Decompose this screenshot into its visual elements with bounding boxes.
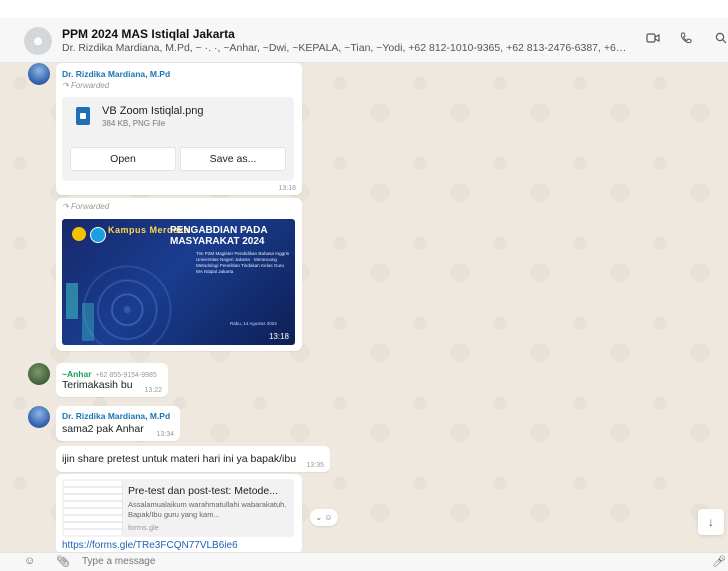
reaction-button[interactable]: ⌄ ☺ xyxy=(310,509,338,526)
message-text-bubble[interactable]: Dr. Rizdika Mardiana, M.Pd sama2 pak Anh… xyxy=(56,406,180,441)
message-text: sama2 pak Anhar xyxy=(62,423,144,435)
chevron-down-icon: ⌄ xyxy=(315,513,323,522)
decorative-shape xyxy=(82,303,94,341)
file-attachment[interactable]: VB Zoom Istiqlal.png 384 KB, PNG File Op… xyxy=(62,97,294,181)
link-title: Pre-test dan post-test: Metode... xyxy=(128,485,278,497)
users-group-icon: ☻ xyxy=(31,33,45,48)
message-input[interactable] xyxy=(82,556,642,567)
message-time: 13:34 xyxy=(156,431,174,438)
message-text: Terimakasih bu xyxy=(62,379,133,391)
message-text-bubble[interactable]: ijin share pretest untuk materi hari ini… xyxy=(56,446,330,472)
open-file-button[interactable]: Open xyxy=(70,147,176,171)
phone-call-icon xyxy=(680,32,692,44)
image-file-icon xyxy=(76,107,90,125)
group-avatar[interactable]: ☻ xyxy=(24,27,52,55)
microphone-icon[interactable]: 🎤︎ xyxy=(712,555,726,568)
poster-body: Tim P2M Magister Pendidikan Bahasa Inggr… xyxy=(196,251,290,274)
voice-call-button[interactable] xyxy=(675,30,697,50)
scroll-to-bottom-button[interactable]: ↓ xyxy=(698,509,724,535)
poster-title: PENGABDIAN PADA MASYARAKAT 2024 xyxy=(170,225,268,247)
link-domain: forms.gle xyxy=(128,523,159,532)
video-call-button[interactable] xyxy=(642,30,664,50)
ministry-logo xyxy=(90,227,106,243)
university-logo xyxy=(72,227,86,241)
chat-header[interactable]: ☻ PPM 2024 MAS Istiqlal Jakarta Dr. Rizd… xyxy=(0,18,728,63)
link-thumbnail xyxy=(64,481,123,535)
paperclip-icon[interactable]: 📎︎ xyxy=(56,555,70,568)
chat-participants[interactable]: Dr. Rizdika Mardiana, M.Pd, ~ ·. ·, ~Anh… xyxy=(62,42,627,54)
link-description: Assalamualaikum warahmatullahi wabarakat… xyxy=(128,500,287,519)
message-time: 13:22 xyxy=(144,387,162,394)
sender-avatar[interactable] xyxy=(28,406,50,428)
file-name: VB Zoom Istiqlal.png xyxy=(102,105,204,117)
decorative-shape xyxy=(66,283,78,319)
forwarded-label: ↷ Forwarded xyxy=(62,81,110,90)
message-text: ijin share pretest untuk materi hari ini… xyxy=(62,453,297,465)
sender-name[interactable]: ~Anhar xyxy=(62,369,92,379)
emoji-icon[interactable]: ☺ xyxy=(24,555,35,567)
save-as-button[interactable]: Save as... xyxy=(180,147,286,171)
sender-name[interactable]: Dr. Rizdika Mardiana, M.Pd xyxy=(62,69,170,79)
emoji-reaction-icon: ☺ xyxy=(324,513,333,522)
message-link[interactable]: https://forms.gle/TRe3FCQN77VLB6ie6 xyxy=(62,540,238,551)
search-icon xyxy=(715,32,727,44)
message-time: 13:35 xyxy=(306,462,324,469)
sender-phone: +62 855-9154-9985 xyxy=(95,372,157,379)
sender-avatar[interactable] xyxy=(28,63,50,85)
arrow-down-icon: ↓ xyxy=(708,515,714,529)
search-button[interactable] xyxy=(710,30,728,50)
message-file-bubble[interactable]: Dr. Rizdika Mardiana, M.Pd ↷ Forwarded V… xyxy=(56,63,302,195)
message-text-bubble[interactable]: ~Anhar +62 855-9154-9985 Terimakasih bu 1… xyxy=(56,363,168,397)
forwarded-image[interactable]: Kampus Merdeka PENGABDIAN PADA MASYARAKA… xyxy=(62,219,295,345)
chat-title[interactable]: PPM 2024 MAS Istiqlal Jakarta xyxy=(62,27,235,41)
poster-date: Rabu, 14 Agustus 2024 xyxy=(230,321,277,326)
forwarded-label: ↷ Forwarded xyxy=(62,202,110,211)
file-meta: 384 KB, PNG File xyxy=(102,119,166,128)
message-time: 13:18 xyxy=(268,332,289,341)
link-preview-card[interactable]: Pre-test dan post-test: Metode... Assala… xyxy=(62,479,294,537)
message-composer: ☺ 📎︎ 🎤︎ xyxy=(0,552,728,571)
sender-name[interactable]: Dr. Rizdika Mardiana, M.Pd xyxy=(62,411,170,421)
message-list[interactable]: Dr. Rizdika Mardiana, M.Pd ↷ Forwarded V… xyxy=(0,63,728,552)
window-top-bar xyxy=(0,0,728,18)
message-time: 13:18 xyxy=(278,185,296,192)
video-call-icon xyxy=(646,33,660,43)
sender-avatar[interactable] xyxy=(28,363,50,385)
